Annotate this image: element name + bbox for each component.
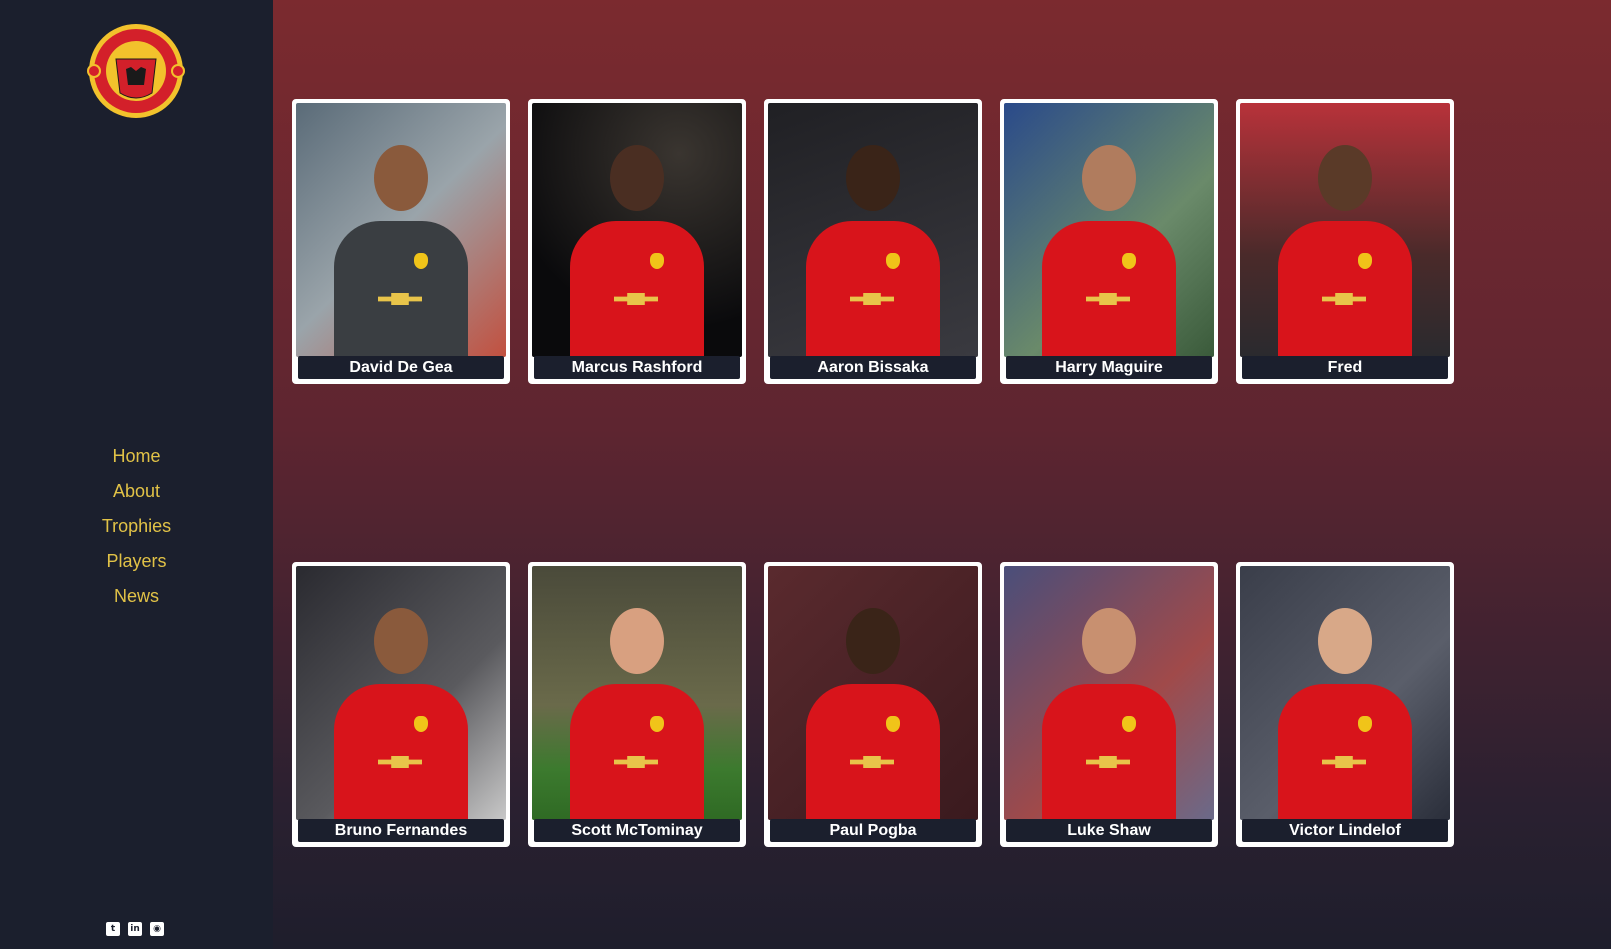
player-name: Marcus Rashford [534,356,740,379]
player-name: Victor Lindelof [1242,819,1448,842]
twitter-icon[interactable]: t [106,922,120,936]
nav-about[interactable]: About [113,481,160,501]
nav-home[interactable]: Home [112,446,160,466]
player-name: David De Gea [298,356,504,379]
player-photo [296,566,506,820]
player-card[interactable]: Paul Pogba [764,562,982,847]
player-card[interactable]: Harry Maguire [1000,99,1218,384]
nav-news[interactable]: News [114,586,159,606]
player-name: Bruno Fernandes [298,819,504,842]
player-card[interactable]: Victor Lindelof [1236,562,1454,847]
nav-players[interactable]: Players [106,551,166,571]
player-card[interactable]: Fred [1236,99,1454,384]
nav-trophies[interactable]: Trophies [102,516,171,536]
player-photo [1240,566,1450,820]
player-name: Harry Maguire [1006,356,1212,379]
player-card[interactable]: David De Gea [292,99,510,384]
player-card[interactable]: Marcus Rashford [528,99,746,384]
player-photo [532,103,742,357]
players-gallery: David De Gea Marcus Rashford Aaron Bissa… [273,0,1611,949]
player-card[interactable]: Bruno Fernandes [292,562,510,847]
player-name: Luke Shaw [1006,819,1212,842]
player-photo [532,566,742,820]
player-photo [1004,103,1214,357]
sidebar: Home About Trophies Players News t in ◉ [0,0,273,949]
player-photo [768,566,978,820]
player-card[interactable]: Aaron Bissaka [764,99,982,384]
player-card[interactable]: Luke Shaw [1000,562,1218,847]
club-crest-logo[interactable] [86,19,186,123]
player-photo [1004,566,1214,820]
player-name: Scott McTominay [534,819,740,842]
player-name: Paul Pogba [770,819,976,842]
social-links: t in ◉ [106,922,164,936]
player-name: Aaron Bissaka [770,356,976,379]
linkedin-icon[interactable]: in [128,922,142,936]
github-icon[interactable]: ◉ [150,922,164,936]
player-photo [768,103,978,357]
main-nav: Home About Trophies Players News [0,446,273,621]
player-photo [1240,103,1450,357]
player-card[interactable]: Scott McTominay [528,562,746,847]
player-photo [296,103,506,357]
player-name: Fred [1242,356,1448,379]
